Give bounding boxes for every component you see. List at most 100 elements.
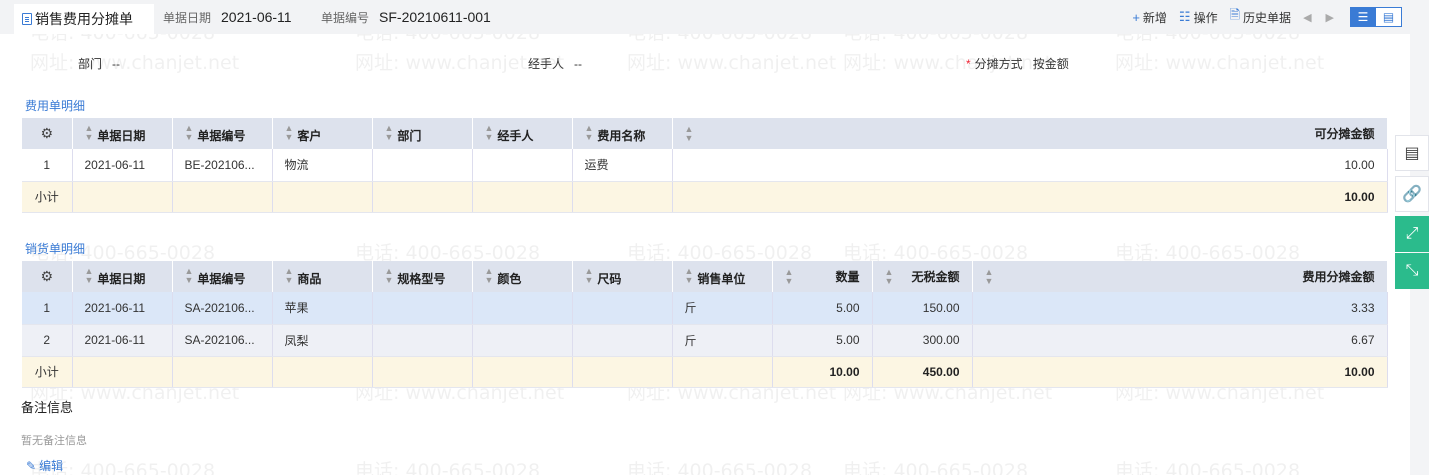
sort-icon: ▲ ▼ [284,265,294,285]
column-header[interactable]: ▲ ▼ 尺码 [572,261,673,292]
detail-view-icon[interactable]: ▤ [1376,7,1402,27]
watermark-text: 电话: 400-665-0028 [355,460,541,475]
column-settings-button[interactable]: ⚙ [22,261,73,292]
column-header[interactable]: ▲ ▼ 费用分摊金额 [972,261,1388,292]
cell-allocatable-amount: 10.00 [672,149,1388,182]
edit-label: 编辑 [39,459,64,473]
subtotal-label: 小计 [22,356,73,388]
column-header[interactable]: ▲ ▼ 单据编号 [172,261,273,292]
column-header[interactable]: ▲ ▼ 单据日期 [72,118,173,149]
column-header[interactable]: ▲ ▼ 经手人 [472,118,573,149]
table-header-row: ⚙ ▲ ▼ 单据日期 ▲ ▼ 单据编号 ▲ ▼ 商品 ▲ ▼ 规格型号 ▲ ▼ 颜色 ▲ ▼ 尺码 ▲ ▼… [22,261,1388,292]
watermark-text: 电话: 400-665-0028 [627,460,813,475]
column-header[interactable]: ▲ ▼ 部门 [372,118,473,149]
edit-remark-link[interactable]: ✎ 编辑 [26,457,63,474]
new-button[interactable]: + 新增 [1132,9,1167,26]
cell-code[interactable]: BE-202106... [172,149,273,182]
watermark-text: 网址: www.chanjet.net [30,52,240,74]
row-number: 1 [22,149,73,182]
column-header[interactable]: ▲ ▼ 颜色 [472,261,573,292]
collapse-icon[interactable]: ⤡ [1395,253,1429,289]
allocation-method-value[interactable]: 按金额 [1033,57,1069,71]
history-button[interactable]: 🗎 历史单据 [1230,6,1291,28]
department-value[interactable]: -- [112,57,120,71]
tab-sales-expense-allocation[interactable]: 销售费用分摊单 [14,4,154,34]
column-header[interactable]: ▲ ▼ 规格型号 [372,261,473,292]
column-header[interactable]: ▲ ▼ 数量 [772,261,873,292]
watermark-text: 网址: www.chanjet.net [1115,52,1325,74]
operations-button[interactable]: ☷ 操作 [1179,9,1218,26]
list-view-icon[interactable]: ☰ [1350,7,1376,27]
subtotal-quantity: 10.00 [772,356,873,388]
watermark-text: 电话: 400-665-0028 [843,460,1029,475]
header-bar: 销售费用分摊单 单据日期 2021-06-11 单据编号 SF-20210611… [0,0,1410,34]
sort-icon: ▲ ▼ [84,265,94,285]
code-label: 单据编号 [321,11,370,25]
header-date-field: 单据日期 2021-06-11 [163,9,292,26]
operations-label: 操作 [1193,10,1218,25]
date-label: 单据日期 [163,11,212,25]
column-header[interactable]: ▲ ▼ 单据日期 [72,261,173,292]
subtotal-share-amount: 10.00 [972,356,1388,388]
cell-net-amount: 150.00 [872,292,973,325]
expense-table: ⚙ ▲ ▼ 单据日期 ▲ ▼ 单据编号 ▲ ▼ 客户 ▲ ▼ 部门 ▲ ▼ 经手人 ▲ ▼ 费用名称 ▲… [22,118,1388,213]
history-document-icon: 🗎 [1229,7,1241,22]
cell-code[interactable]: SA-202106... [172,324,273,357]
allocation-method-label: 分摊方式 [974,57,1023,71]
next-arrow-icon[interactable]: ▶ [1326,11,1334,24]
grid-icon: ☷ [1178,9,1191,24]
cell-quantity: 5.00 [772,324,873,357]
prev-arrow-icon[interactable]: ◀ [1303,11,1311,24]
sales-table: ⚙ ▲ ▼ 单据日期 ▲ ▼ 单据编号 ▲ ▼ 商品 ▲ ▼ 规格型号 ▲ ▼ 颜色 ▲ ▼ 尺码 ▲ ▼… [22,261,1388,388]
new-label: 新增 [1142,10,1167,25]
plus-icon: + [1132,9,1140,25]
remark-title: 备注信息 [21,400,74,415]
column-header[interactable]: ▲ ▼ 可分摊金额 [672,118,1388,149]
column-header[interactable]: ▲ ▼ 商品 [272,261,373,292]
cell-date: 2021-06-11 [72,324,173,357]
table-row[interactable]: 1 2021-06-11 SA-202106... 苹果 斤 5.00 150.… [22,292,1388,325]
sort-icon: ▲ ▼ [484,265,494,285]
handler-field: 经手人 -- [528,55,582,72]
cell-size [572,324,673,357]
sort-icon: ▲ ▼ [884,266,894,286]
sort-icon: ▲ ▼ [684,123,694,143]
sort-icon: ▲ ▼ [584,265,594,285]
watermark-text: 网址: www.chanjet.net [627,52,837,74]
row-number: 2 [22,324,73,357]
cell-code[interactable]: SA-202106... [172,292,273,325]
subtotal-row: 小计 10.00 [22,181,1388,213]
handler-value[interactable]: -- [574,57,582,71]
cell-department [372,149,473,182]
column-settings-button[interactable]: ⚙ [22,118,73,149]
table-row[interactable]: 2 2021-06-11 SA-202106... 凤梨 斤 5.00 300.… [22,324,1388,357]
expand-icon[interactable]: ⤢ [1395,216,1429,252]
header-code-field: 单据编号 SF-20210611-001 [321,9,491,26]
sales-section-title: 销货单明细 [25,242,86,256]
subtotal-label: 小计 [22,181,73,213]
gear-icon: ⚙ [40,125,54,141]
link-icon[interactable]: 🔗 [1395,176,1429,212]
subtotal-row: 小计 10.00 450.00 10.00 [22,356,1388,388]
handler-label: 经手人 [528,57,565,71]
cell-date: 2021-06-11 [72,292,173,325]
column-header[interactable]: ▲ ▼ 单据编号 [172,118,273,149]
required-marker: * [966,57,971,71]
column-header[interactable]: ▲ ▼ 销售单位 [672,261,773,292]
document-icon[interactable]: ▤ [1395,135,1429,171]
cell-unit: 斤 [672,324,773,357]
row-number: 1 [22,292,73,325]
cell-expense-name: 运费 [572,149,673,182]
date-value: 2021-06-11 [221,9,292,25]
department-field: 部门 -- [78,55,120,72]
cell-date: 2021-06-11 [72,149,173,182]
watermark-layer: 电话: 400-665-0028 网址: www.chanjet.net 电话:… [0,0,1429,475]
edit-icon: ✎ [26,458,37,473]
cell-spec [372,324,473,357]
cell-share-amount: 3.33 [972,292,1388,325]
table-row[interactable]: 1 2021-06-11 BE-202106... 物流 运费 10.00 [22,149,1388,182]
column-header[interactable]: ▲ ▼ 无税金额 [872,261,973,292]
cell-product: 苹果 [272,292,373,325]
column-header[interactable]: ▲ ▼ 费用名称 [572,118,673,149]
column-header[interactable]: ▲ ▼ 客户 [272,118,373,149]
